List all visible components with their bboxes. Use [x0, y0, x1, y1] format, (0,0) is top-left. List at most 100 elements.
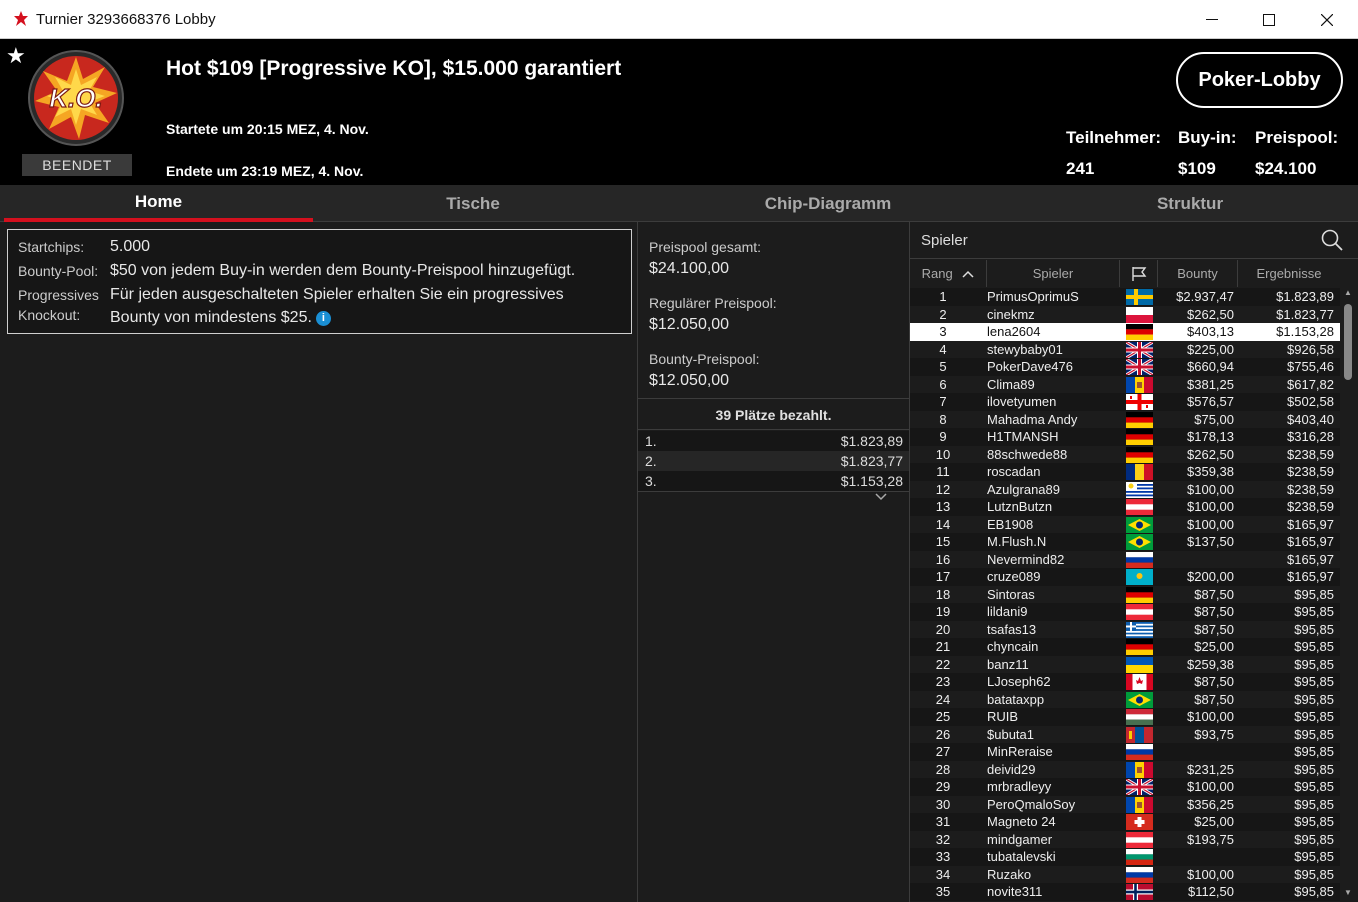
player-rank: 1 — [939, 289, 947, 304]
player-bounty: $225,00 — [1187, 341, 1234, 357]
payout-rank: 3. — [645, 473, 657, 489]
tab-chip-chart[interactable]: Chip-Diagramm — [640, 185, 1016, 222]
close-button[interactable] — [1298, 0, 1356, 39]
chevron-down-icon[interactable] — [873, 492, 889, 502]
favorite-star-icon[interactable]: ★ — [6, 45, 26, 67]
player-row[interactable]: 24 batataxpp $87,50 $95,85 — [910, 691, 1340, 709]
player-row[interactable]: 3 lena2604 $403,13 $1.153,28 — [910, 323, 1340, 341]
info-icon[interactable]: i — [315, 311, 331, 326]
player-result: $403,40 — [1287, 411, 1334, 427]
player-rank: 35 — [935, 884, 951, 899]
column-rank[interactable]: Rang — [910, 260, 987, 287]
player-bounty: $100,00 — [1187, 866, 1234, 882]
player-name: Nevermind82 — [987, 551, 1065, 567]
player-row[interactable]: 21 chyncain $25,00 $95,85 — [910, 638, 1340, 656]
tab-home[interactable]: Home — [4, 185, 313, 222]
tab-tables[interactable]: Tische — [320, 185, 626, 222]
player-name: PokerDave476 — [987, 359, 1073, 374]
column-bounty[interactable]: Bounty — [1158, 260, 1238, 287]
player-bounty: $262,50 — [1187, 306, 1234, 322]
country-flag-icon — [1126, 499, 1153, 515]
player-row[interactable]: 15 M.Flush.N $137,50 $165,97 — [910, 533, 1340, 551]
country-flag-icon — [1126, 709, 1153, 725]
player-name: tsafas13 — [987, 621, 1037, 637]
player-row[interactable]: 25 RUIB $100,00 $95,85 — [910, 708, 1340, 726]
player-name: EB1908 — [987, 516, 1034, 532]
player-row[interactable]: 30 PeroQmaloSoy $356,25 $95,85 — [910, 796, 1340, 814]
player-row[interactable]: 13 LutznButzn $100,00 $238,59 — [910, 498, 1340, 516]
player-row[interactable]: 7 ilovetyumen $576,57 $502,58 — [910, 393, 1340, 411]
player-result: $95,85 — [1294, 621, 1334, 637]
player-row[interactable]: 16 Nevermind82 $165,97 — [910, 551, 1340, 569]
player-name: PrimusOprimuS — [987, 289, 1079, 304]
player-name: deivid29 — [987, 761, 1036, 777]
prizepool-value: $24.100 — [1255, 159, 1317, 178]
scroll-up-icon[interactable]: ▲ — [1341, 288, 1355, 300]
player-result: $95,85 — [1294, 744, 1334, 759]
player-row[interactable]: 33 tubatalevski $95,85 — [910, 848, 1340, 866]
country-flag-icon — [1126, 674, 1153, 690]
player-rank: 32 — [935, 831, 951, 847]
column-results[interactable]: Ergebnisse — [1238, 260, 1340, 287]
player-row[interactable]: 4 stewybaby01 $225,00 $926,58 — [910, 340, 1340, 359]
player-row[interactable]: 23 LJoseph62 $87,50 $95,85 — [910, 673, 1340, 691]
scroll-thumb[interactable] — [1344, 304, 1352, 380]
search-icon[interactable] — [1320, 228, 1344, 252]
scroll-down-icon[interactable]: ▼ — [1341, 888, 1355, 900]
country-flag-icon — [1126, 516, 1153, 533]
player-row[interactable]: 5 PokerDave476 $660,94 $755,46 — [910, 357, 1340, 377]
player-name: chyncain — [987, 639, 1039, 654]
player-bounty: $403,13 — [1187, 324, 1234, 339]
poker-lobby-button[interactable]: Poker-Lobby — [1176, 52, 1343, 108]
player-result: $95,85 — [1294, 709, 1334, 724]
player-row[interactable]: 35 novite311 $112,50 $95,85 — [910, 883, 1340, 901]
player-name: 88schwede88 — [987, 446, 1068, 462]
player-row[interactable]: 6 Clima89 $381,25 $617,82 — [910, 376, 1340, 394]
player-row[interactable]: 29 mrbradleyy $100,00 $95,85 — [910, 777, 1340, 797]
player-rank: 6 — [939, 376, 947, 392]
player-row[interactable]: 18 Sintoras $87,50 $95,85 — [910, 586, 1340, 604]
country-flag-icon — [1126, 814, 1153, 830]
player-row[interactable]: 9 H1TMANSH $178,13 $316,28 — [910, 428, 1340, 446]
player-row[interactable]: 19 lildani9 $87,50 $95,85 — [910, 603, 1340, 621]
minimize-button[interactable] — [1183, 0, 1241, 39]
country-flag-icon — [1126, 656, 1153, 673]
startchips-label: Startchips: — [18, 239, 85, 255]
player-row[interactable]: 14 EB1908 $100,00 $165,97 — [910, 516, 1340, 534]
column-flag[interactable] — [1120, 260, 1158, 287]
player-row[interactable]: 12 Azulgrana89 $100,00 $238,59 — [910, 481, 1340, 499]
player-row[interactable]: 34 Ruzako $100,00 $95,85 — [910, 866, 1340, 884]
player-name: M.Flush.N — [987, 534, 1047, 549]
player-row[interactable]: 11 roscadan $359,38 $238,59 — [910, 463, 1340, 481]
player-row[interactable]: 2 cinekmz $262,50 $1.823,77 — [910, 306, 1340, 324]
player-result: $165,97 — [1287, 569, 1334, 584]
player-rank: 26 — [935, 726, 951, 742]
maximize-button[interactable] — [1240, 0, 1298, 39]
player-row[interactable]: 27 MinReraise $95,85 — [910, 743, 1340, 761]
player-result: $95,85 — [1294, 586, 1334, 602]
player-row[interactable]: 32 mindgamer $193,75 $95,85 — [910, 831, 1340, 849]
player-row[interactable]: 17 cruze089 $200,00 $165,97 — [910, 568, 1340, 586]
player-row[interactable]: 22 banz11 $259,38 $95,85 — [910, 656, 1340, 674]
player-result: $502,58 — [1287, 394, 1334, 409]
player-bounty: $100,00 — [1187, 499, 1234, 514]
title-bar: Turnier 3293668376 Lobby — [0, 0, 1358, 39]
player-name: novite311 — [987, 884, 1043, 899]
status-badge: BEENDET — [22, 154, 132, 176]
total-pool-label: Preispool gesamt: — [649, 239, 762, 255]
player-name: Sintoras — [987, 586, 1035, 602]
players-scrollbar[interactable]: ▲ ▼ — [1341, 288, 1355, 900]
player-result: $238,59 — [1287, 446, 1334, 462]
player-name: RUIB — [987, 709, 1019, 724]
player-row[interactable]: 8 Mahadma Andy $75,00 $403,40 — [910, 411, 1340, 429]
player-name: banz11 — [987, 656, 1029, 672]
column-player[interactable]: Spieler — [987, 260, 1120, 287]
player-row[interactable]: 1 PrimusOprimuS $2.937,47 $1.823,89 — [910, 288, 1340, 306]
player-row[interactable]: 31 Magneto 24 $25,00 $95,85 — [910, 813, 1340, 831]
player-row[interactable]: 10 88schwede88 $262,50 $238,59 — [910, 446, 1340, 464]
player-row[interactable]: 26 $ubuta1 $93,75 $95,85 — [910, 726, 1340, 744]
player-bounty: $576,57 — [1187, 394, 1234, 409]
player-row[interactable]: 20 tsafas13 $87,50 $95,85 — [910, 621, 1340, 639]
player-row[interactable]: 28 deivid29 $231,25 $95,85 — [910, 761, 1340, 779]
tab-structure[interactable]: Struktur — [1030, 185, 1350, 222]
